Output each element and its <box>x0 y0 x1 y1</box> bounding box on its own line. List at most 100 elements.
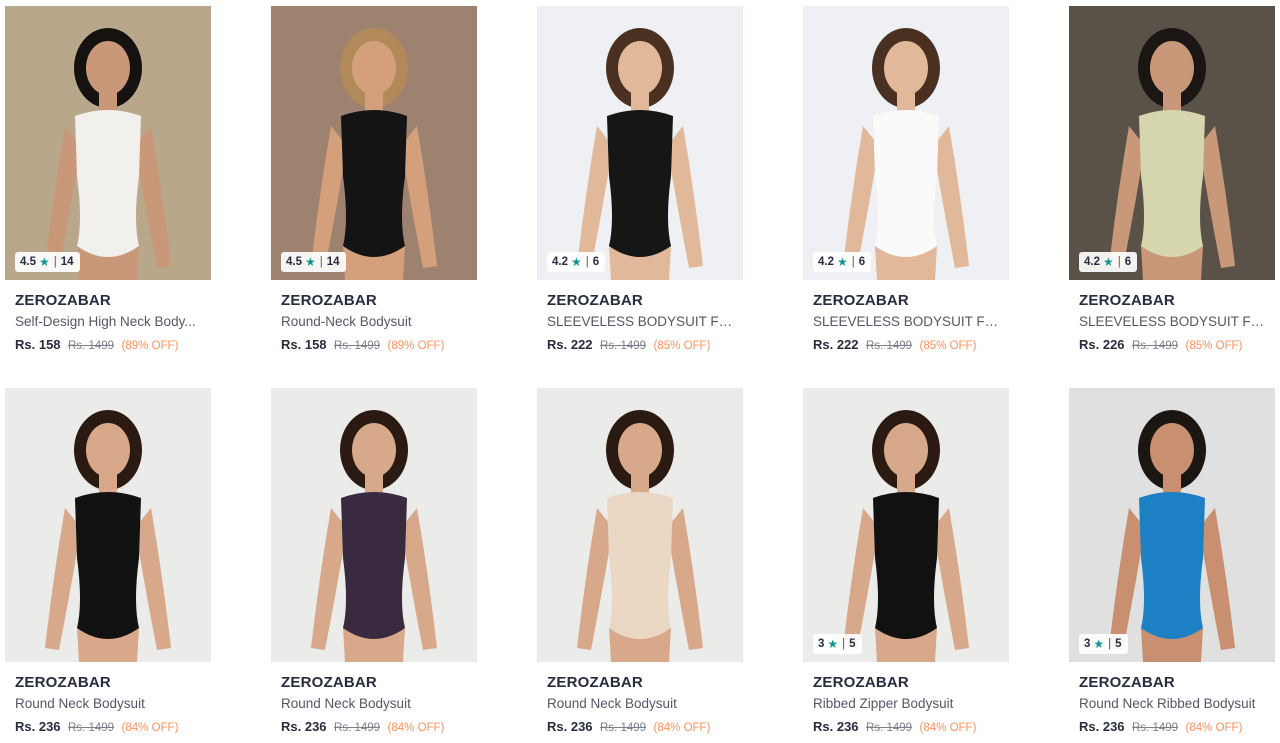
product-image[interactable]: 4.5 ★ | 14 <box>5 6 211 280</box>
rating-separator: | <box>851 256 855 268</box>
product-card[interactable]: 3 ★ | 5 ZEROZABAR Round Neck Ribbed Body… <box>1069 388 1275 734</box>
product-brand: ZEROZABAR <box>547 292 643 309</box>
product-discount: (84% OFF) <box>121 722 179 734</box>
bodysuit-shape <box>607 110 673 257</box>
product-card[interactable]: 3 ★ | 5 ZEROZABAR Ribbed Zipper Bodysuit… <box>803 388 1009 734</box>
product-discount: (85% OFF) <box>919 340 977 352</box>
product-discount: (85% OFF) <box>653 340 711 352</box>
product-photo <box>537 6 743 280</box>
rating-value: 4.5 <box>286 256 302 268</box>
neck-shape <box>631 90 649 112</box>
price-row: Rs. 222 Rs. 1499 (85% OFF) <box>813 337 1009 352</box>
product-mrp: Rs. 1499 <box>866 340 913 352</box>
star-icon: ★ <box>1103 255 1114 269</box>
face-shape <box>884 423 928 477</box>
bodysuit-shape <box>341 492 407 639</box>
product-image[interactable]: 4.2 ★ | 6 <box>803 6 1009 280</box>
product-name: Round Neck Bodysuit <box>15 696 145 711</box>
product-photo <box>537 388 743 662</box>
neck-shape <box>631 472 649 494</box>
star-icon: ★ <box>827 637 839 651</box>
bodysuit-shape <box>75 110 141 257</box>
product-image[interactable] <box>271 388 477 662</box>
rating-separator: | <box>585 256 589 268</box>
price-row: Rs. 236 Rs. 1499 (84% OFF) <box>813 719 1009 734</box>
product-card[interactable]: ZEROZABAR Round Neck Bodysuit Rs. 236 Rs… <box>537 388 743 734</box>
product-discount: (84% OFF) <box>653 722 711 734</box>
product-name: SLEEVELESS BODYSUIT FO... <box>813 314 1003 329</box>
product-price: Rs. 236 <box>547 719 593 734</box>
face-shape <box>884 41 928 95</box>
product-image[interactable] <box>537 388 743 662</box>
product-card[interactable]: ZEROZABAR Round Neck Bodysuit Rs. 236 Rs… <box>271 388 477 734</box>
product-discount: (84% OFF) <box>919 722 977 734</box>
rating-value: 4.2 <box>1084 256 1100 268</box>
rating-value: 4.5 <box>20 256 36 268</box>
product-card[interactable]: 4.5 ★ | 14 ZEROZABAR Round-Neck Bodysuit… <box>271 6 477 352</box>
product-image[interactable]: 4.5 ★ | 14 <box>271 6 477 280</box>
product-photo <box>5 6 211 280</box>
star-icon: ★ <box>305 255 316 269</box>
product-discount: (84% OFF) <box>387 722 445 734</box>
product-brand: ZEROZABAR <box>15 674 111 691</box>
product-discount: (85% OFF) <box>1185 340 1243 352</box>
rating-badge: 4.5 ★ | 14 <box>281 252 346 272</box>
rating-count: 6 <box>858 256 866 268</box>
product-mrp: Rs. 1499 <box>866 722 913 734</box>
product-name: Self-Design High Neck Body... <box>15 314 196 329</box>
star-icon: ★ <box>571 255 582 269</box>
rating-count: 14 <box>326 256 340 268</box>
rating-value: 4.2 <box>552 256 568 268</box>
face-shape <box>618 41 662 95</box>
product-image[interactable]: 3 ★ | 5 <box>803 388 1009 662</box>
rating-badge: 4.2 ★ | 6 <box>547 252 606 272</box>
rating-count: 5 <box>1115 638 1122 650</box>
product-name: SLEEVELESS BODYSUIT FO... <box>1079 314 1269 329</box>
product-photo <box>803 388 1009 662</box>
face-shape <box>86 423 130 477</box>
product-brand: ZEROZABAR <box>281 674 377 691</box>
product-card[interactable]: 4.2 ★ | 6 ZEROZABAR SLEEVELESS BODYSUIT … <box>1069 6 1275 352</box>
product-name: Round Neck Bodysuit <box>281 696 411 711</box>
product-mrp: Rs. 1499 <box>334 340 381 352</box>
product-price: Rs. 158 <box>15 337 61 352</box>
face-shape <box>86 41 130 95</box>
product-card[interactable]: 4.2 ★ | 6 ZEROZABAR SLEEVELESS BODYSUIT … <box>537 6 743 352</box>
bodysuit-shape <box>873 492 939 639</box>
price-row: Rs. 236 Rs. 1499 (84% OFF) <box>1079 719 1275 734</box>
bodysuit-shape <box>607 492 673 639</box>
product-name: Ribbed Zipper Bodysuit <box>813 696 954 711</box>
rating-value: 4.2 <box>818 256 834 268</box>
price-row: Rs. 158 Rs. 1499 (89% OFF) <box>281 337 477 352</box>
product-image[interactable]: 4.2 ★ | 6 <box>1069 6 1275 280</box>
product-price: Rs. 226 <box>1079 337 1125 352</box>
rating-badge: 3 ★ | 5 <box>1079 634 1128 654</box>
product-card[interactable]: 4.2 ★ | 6 ZEROZABAR SLEEVELESS BODYSUIT … <box>803 6 1009 352</box>
product-card[interactable]: ZEROZABAR Round Neck Bodysuit Rs. 236 Rs… <box>5 388 211 734</box>
rating-value: 3 <box>1084 638 1091 650</box>
rating-count: 6 <box>1124 256 1132 268</box>
rating-separator: | <box>1117 256 1121 268</box>
star-icon: ★ <box>1093 637 1105 651</box>
rating-badge: 3 ★ | 5 <box>813 634 862 654</box>
product-photo <box>271 6 477 280</box>
product-mrp: Rs. 1499 <box>600 340 647 352</box>
product-price: Rs. 222 <box>547 337 593 352</box>
product-price: Rs. 158 <box>281 337 327 352</box>
product-image[interactable]: 3 ★ | 5 <box>1069 388 1275 662</box>
product-name: Round Neck Bodysuit <box>547 696 677 711</box>
face-shape <box>1150 423 1194 477</box>
bodysuit-shape <box>341 110 407 257</box>
product-photo <box>5 388 211 662</box>
product-card[interactable]: 4.5 ★ | 14 ZEROZABAR Self-Design High Ne… <box>5 6 211 352</box>
product-photo <box>1069 388 1275 662</box>
rating-separator: | <box>842 638 846 650</box>
product-name: Round-Neck Bodysuit <box>281 314 412 329</box>
product-image[interactable] <box>5 388 211 662</box>
product-image[interactable]: 4.2 ★ | 6 <box>537 6 743 280</box>
product-mrp: Rs. 1499 <box>1132 722 1179 734</box>
neck-shape <box>897 472 915 494</box>
price-row: Rs. 236 Rs. 1499 (84% OFF) <box>281 719 477 734</box>
neck-shape <box>99 472 117 494</box>
price-row: Rs. 158 Rs. 1499 (89% OFF) <box>15 337 211 352</box>
